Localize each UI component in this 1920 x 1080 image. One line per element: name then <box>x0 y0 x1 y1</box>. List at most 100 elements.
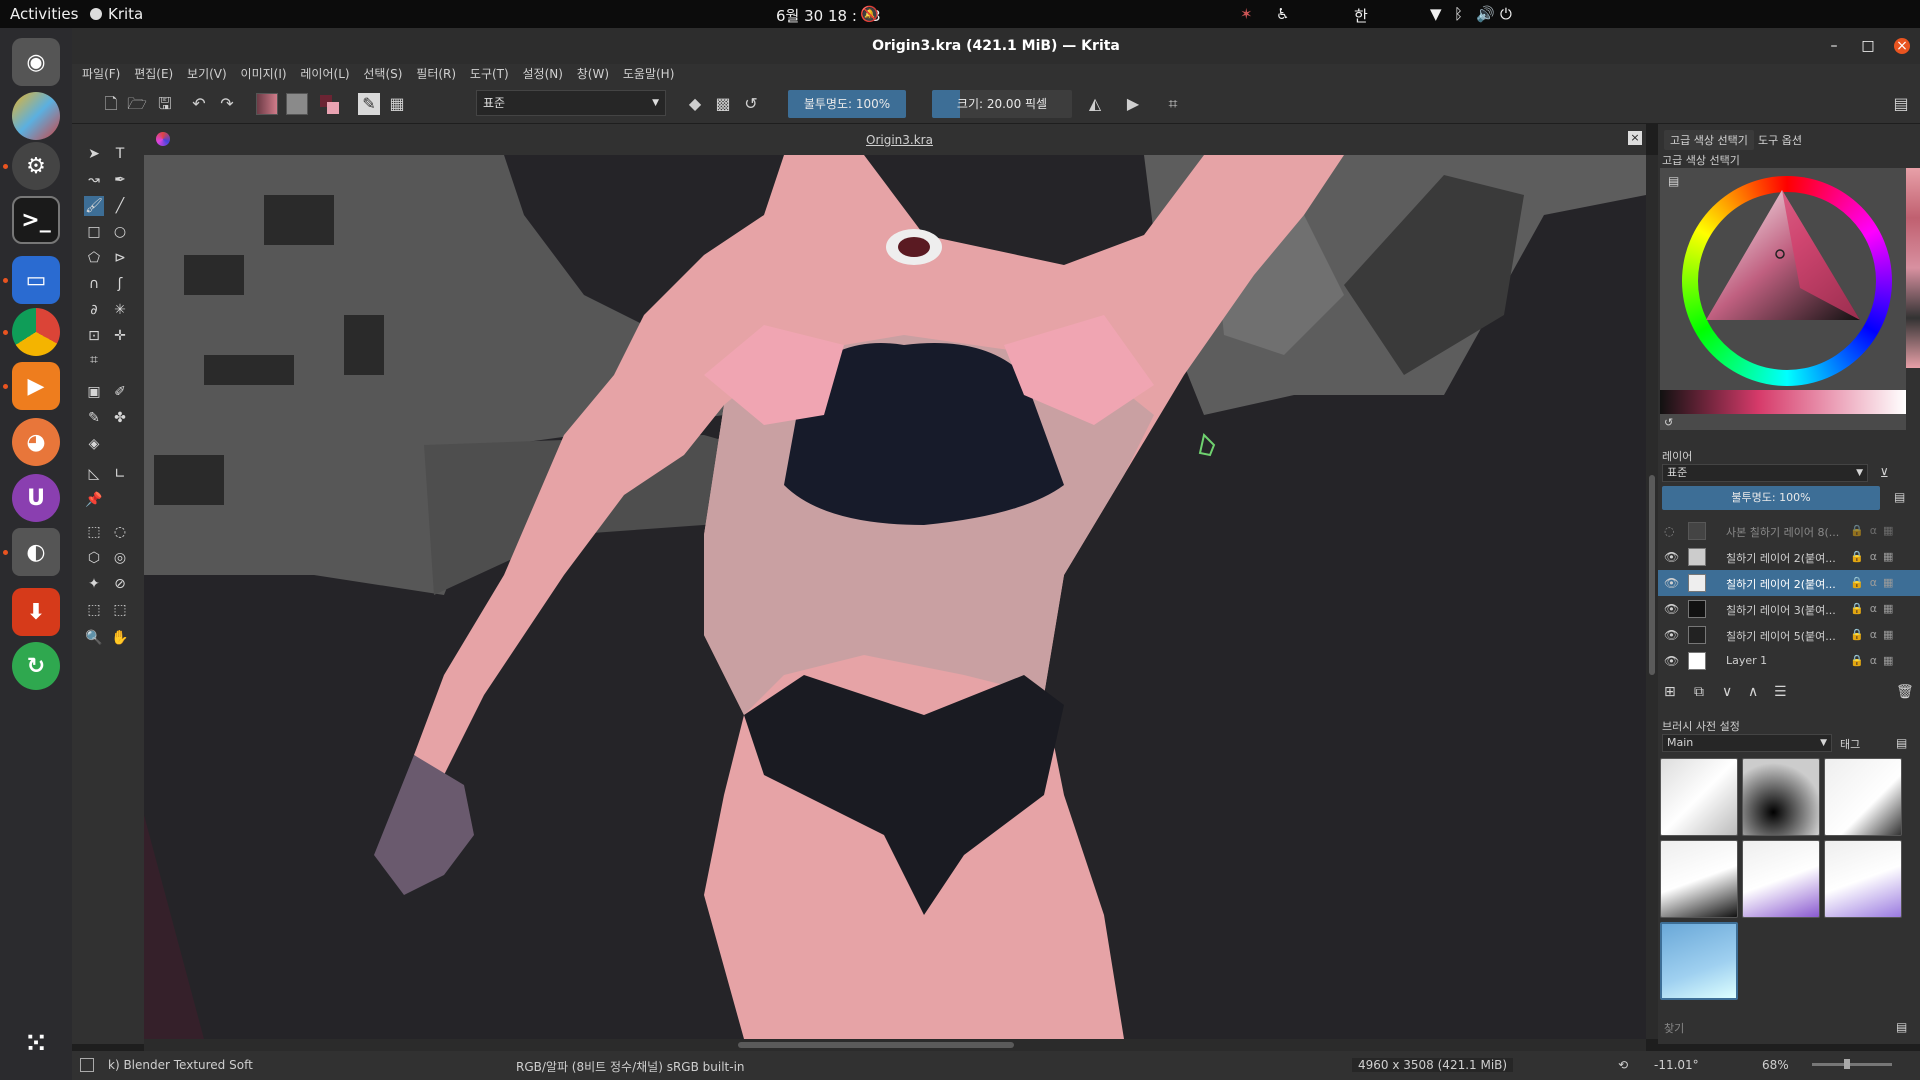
visibility-off-icon[interactable]: ◌ <box>1664 524 1678 538</box>
contiguous-select-tool-icon[interactable]: ✦ <box>84 574 104 594</box>
brush-search-options-icon[interactable]: ▤ <box>1896 1020 1907 1034</box>
menu-layer[interactable]: 레이어(L) <box>300 64 349 84</box>
layer-lock-icons[interactable]: 🔒α▦ <box>1850 576 1899 589</box>
brush-preset-oil[interactable] <box>1824 840 1902 918</box>
menu-select[interactable]: 선택(S) <box>363 64 402 84</box>
bluetooth-icon[interactable]: ᛒ <box>1454 5 1463 23</box>
fg-bg-color-swatch[interactable] <box>318 93 340 115</box>
calligraphy-tool-icon[interactable]: ✒ <box>110 170 130 190</box>
close-document-icon[interactable]: × <box>1628 131 1642 145</box>
save-icon[interactable]: 🖫 <box>154 93 176 115</box>
zoom-slider-handle[interactable] <box>1844 1059 1850 1069</box>
download-app-icon[interactable]: ⬇ <box>12 588 60 636</box>
krita-dock-icon[interactable]: ◐ <box>12 528 60 576</box>
multibrush-tool-icon[interactable]: ✳ <box>110 300 130 320</box>
freehand-select-tool-icon[interactable]: ◎ <box>110 548 130 568</box>
eraser-mode-icon[interactable]: ◆ <box>684 93 706 115</box>
rect-select-tool-icon[interactable]: ⬚ <box>84 522 104 542</box>
menu-help[interactable]: 도움말(H) <box>623 64 675 84</box>
input-method[interactable]: 한 <box>1354 5 1368 26</box>
freehand-path-tool-icon[interactable]: ʃ <box>110 274 130 294</box>
menu-edit[interactable]: 편집(E) <box>134 64 173 84</box>
u-app-icon[interactable]: U <box>12 474 60 522</box>
layer-options-icon[interactable]: ▤ <box>1894 490 1905 504</box>
brush-preset-ink[interactable] <box>1660 840 1738 918</box>
recent-colors-strip[interactable] <box>1906 168 1920 368</box>
brush-preset-airbrush[interactable] <box>1742 758 1820 836</box>
pattern-swatch[interactable] <box>286 93 308 115</box>
menu-tools[interactable]: 도구(T) <box>470 64 509 84</box>
brush-preset-pencil[interactable] <box>1824 758 1902 836</box>
bezier-select-tool-icon[interactable]: ⬚ <box>84 600 104 620</box>
update-app-icon[interactable]: ↻ <box>12 642 60 690</box>
eye-icon[interactable]: 👁 <box>1664 602 1679 616</box>
layer-blend-select[interactable]: 표준 ▼ <box>1662 464 1868 482</box>
layer-row[interactable]: 👁 칠하기 레이어 2(붙여... 🔒α▦ <box>1658 544 1920 570</box>
app-menu-label[interactable]: Krita <box>108 5 143 23</box>
open-file-icon[interactable]: 🗁 <box>126 93 148 115</box>
move-tool-icon[interactable]: ✛ <box>110 326 130 346</box>
reset-color-icon[interactable]: ↺ <box>1664 416 1673 429</box>
move-layer-up-icon[interactable]: ∧ <box>1748 684 1758 700</box>
layer-lock-icons[interactable]: 🔒α▦ <box>1850 550 1899 563</box>
line-tool-icon[interactable]: ╱ <box>110 196 130 216</box>
move-layer-down-icon[interactable]: ∨ <box>1722 684 1732 700</box>
layer-lock-icons[interactable]: 🔒α▦ <box>1850 524 1899 537</box>
layer-row[interactable]: ◌ 사본 칠하기 레이어 8(... 🔒α▦ <box>1658 518 1920 544</box>
layer-row[interactable]: 👁 칠하기 레이어 5(붙여... 🔒α▦ <box>1658 622 1920 648</box>
color-app-icon[interactable] <box>12 92 60 140</box>
redo-icon[interactable]: ↷ <box>216 93 238 115</box>
brush-search-input[interactable]: 찾기 <box>1664 1020 1684 1036</box>
fox-app-icon[interactable]: ◕ <box>12 418 60 466</box>
new-file-icon[interactable]: 🗋 <box>100 93 122 115</box>
polygon-tool-icon[interactable]: ⬠ <box>84 248 104 268</box>
accessibility-icon[interactable]: ♿ <box>1276 5 1289 23</box>
terminal-icon[interactable]: >_ <box>12 196 60 244</box>
menu-window[interactable]: 창(W) <box>577 64 609 84</box>
brush-preset-button[interactable]: ✎ <box>358 93 380 115</box>
tab-advanced-color[interactable]: 고급 색상 선택기 <box>1664 130 1754 150</box>
mirror-vertical-icon[interactable]: ▶ <box>1122 93 1144 115</box>
brush-tag-select[interactable]: Main ▼ <box>1662 734 1832 752</box>
brush-view-options-icon[interactable]: ▤ <box>1896 736 1907 750</box>
filter-icon[interactable]: ⊻ <box>1880 466 1889 480</box>
reload-preset-icon[interactable]: ↺ <box>740 93 762 115</box>
gradient-swatch[interactable] <box>256 93 278 115</box>
vertical-scrollbar[interactable] <box>1646 155 1658 1039</box>
smart-patch-tool-icon[interactable]: ✤ <box>110 408 130 428</box>
rotation-reset-icon[interactable]: ⟲ <box>1618 1058 1628 1072</box>
dynamic-brush-tool-icon[interactable]: ∂ <box>84 300 104 320</box>
layer-lock-icons[interactable]: 🔒α▦ <box>1850 628 1899 641</box>
tab-tool-options[interactable]: 도구 옵션 <box>1752 130 1808 150</box>
blend-mode-select[interactable]: 표준 ▼ <box>476 90 666 116</box>
add-layer-icon[interactable]: ⊞ <box>1664 684 1676 700</box>
duplicate-layer-icon[interactable]: ⧉ <box>1694 684 1704 700</box>
ellipse-tool-icon[interactable]: ○ <box>110 222 130 242</box>
zoom-tool-icon[interactable]: 🔍 <box>84 628 104 648</box>
screenshot-app-icon[interactable]: ◉ <box>12 38 60 86</box>
color-picker-indicator-icon[interactable]: ✶ <box>1240 5 1253 23</box>
canvas[interactable] <box>144 155 1646 1039</box>
workspace-icon[interactable]: ▤ <box>1890 93 1912 115</box>
fill-tool-icon[interactable]: ◈ <box>84 434 104 454</box>
layer-lock-icons[interactable]: 🔒α▦ <box>1850 654 1899 667</box>
opacity-slider[interactable]: 불투명도: 100% <box>788 90 906 118</box>
polyline-tool-icon[interactable]: ⊳ <box>110 248 130 268</box>
menu-image[interactable]: 이미지(I) <box>241 64 287 84</box>
transform-tool-icon[interactable]: ⊡ <box>84 326 104 346</box>
document-tab[interactable]: Origin3.kra <box>866 133 933 147</box>
menu-file[interactable]: 파일(F) <box>82 64 120 84</box>
horizontal-scrollbar[interactable] <box>144 1039 1646 1051</box>
menu-filter[interactable]: 필터(R) <box>416 64 456 84</box>
zoom-value[interactable]: 68% <box>1762 1058 1789 1072</box>
show-apps-grid-icon[interactable]: ⁙ <box>12 1020 60 1068</box>
ellipse-select-tool-icon[interactable]: ◌ <box>110 522 130 542</box>
undo-icon[interactable]: ↶ <box>188 93 210 115</box>
measure-tool-icon[interactable]: ∟ <box>110 464 130 484</box>
bezier-tool-icon[interactable]: ∩ <box>84 274 104 294</box>
alpha-lock-icon[interactable]: ▩ <box>712 93 734 115</box>
edit-shape-tool-icon[interactable]: ↝ <box>84 170 104 190</box>
text-tool-icon[interactable]: T <box>110 144 130 164</box>
maximize-icon[interactable]: □ <box>1860 38 1876 54</box>
assistant-tool-icon[interactable]: ◺ <box>84 464 104 484</box>
